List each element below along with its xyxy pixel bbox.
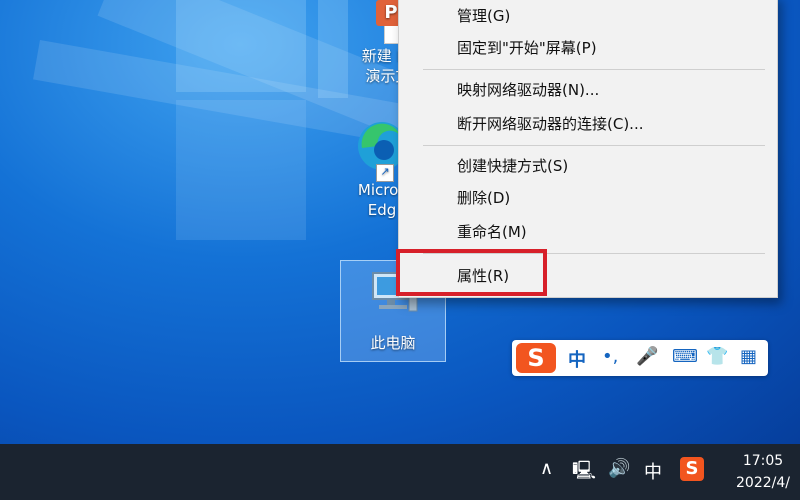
menu-item-label: 固定到"开始"屏幕(P) <box>457 39 597 57</box>
volume-icon[interactable]: 🔊 <box>608 458 630 479</box>
show-hidden-icons-chevron-icon[interactable]: ∧ <box>540 458 553 479</box>
wallpaper-window-pane <box>176 100 306 240</box>
menu-item-create-shortcut[interactable]: 创建快捷方式(S) <box>399 151 777 181</box>
desktop-icon-label: 此电脑 <box>370 334 416 352</box>
menu-item-label: 重命名(M) <box>457 223 527 241</box>
highlight-box <box>396 249 547 296</box>
clock-time: 17:05 <box>742 453 784 469</box>
toolbox-icon[interactable]: ▦ <box>740 346 757 367</box>
menu-separator <box>423 69 765 70</box>
microphone-icon[interactable]: 🎤 <box>636 346 658 367</box>
punctuation-icon[interactable]: •, <box>602 346 618 367</box>
ime-toolbar: S 中 •, 🎤 ⌨ 👕 ▦ <box>512 340 768 376</box>
menu-item-label: 断开网络驱动器的连接(C)... <box>457 115 644 133</box>
menu-separator <box>423 145 765 146</box>
menu-item-delete[interactable]: 删除(D) <box>399 183 777 213</box>
desktop: P 新建 Po 演示文 ↗ Micros Edg 此电脑 管理(G) 固定到"开… <box>0 0 800 444</box>
sogou-tray-icon[interactable]: S <box>680 457 704 481</box>
clock-date: 2022/4/ <box>736 475 790 491</box>
skin-icon[interactable]: 👕 <box>706 346 728 367</box>
ime-mode-toggle[interactable]: 中 <box>568 346 586 372</box>
menu-item-disconnect-network-drive[interactable]: 断开网络驱动器的连接(C)... <box>399 109 777 139</box>
menu-item-rename[interactable]: 重命名(M) <box>399 217 777 247</box>
taskbar: ∧ 🖳 🔊 中 S 17:05 2022/4/ <box>0 444 800 500</box>
clock[interactable]: 17:05 2022/4/ <box>736 450 790 494</box>
menu-item-label: 删除(D) <box>457 189 511 207</box>
wallpaper-window-pane <box>176 0 306 92</box>
keyboard-icon[interactable]: ⌨ <box>672 346 698 367</box>
menu-item-label: 映射网络驱动器(N)... <box>457 81 600 99</box>
menu-item-pin-to-start[interactable]: 固定到"开始"屏幕(P) <box>399 33 777 63</box>
network-icon[interactable]: 🖳 <box>572 458 596 488</box>
sogou-logo-icon[interactable]: S <box>516 343 556 373</box>
input-mode-indicator[interactable]: 中 <box>644 458 662 484</box>
menu-item-label: 管理(G) <box>457 7 511 25</box>
menu-item-map-network-drive[interactable]: 映射网络驱动器(N)... <box>399 75 777 105</box>
menu-item-manage[interactable]: 管理(G) <box>399 1 777 31</box>
menu-item-label: 创建快捷方式(S) <box>457 157 569 175</box>
